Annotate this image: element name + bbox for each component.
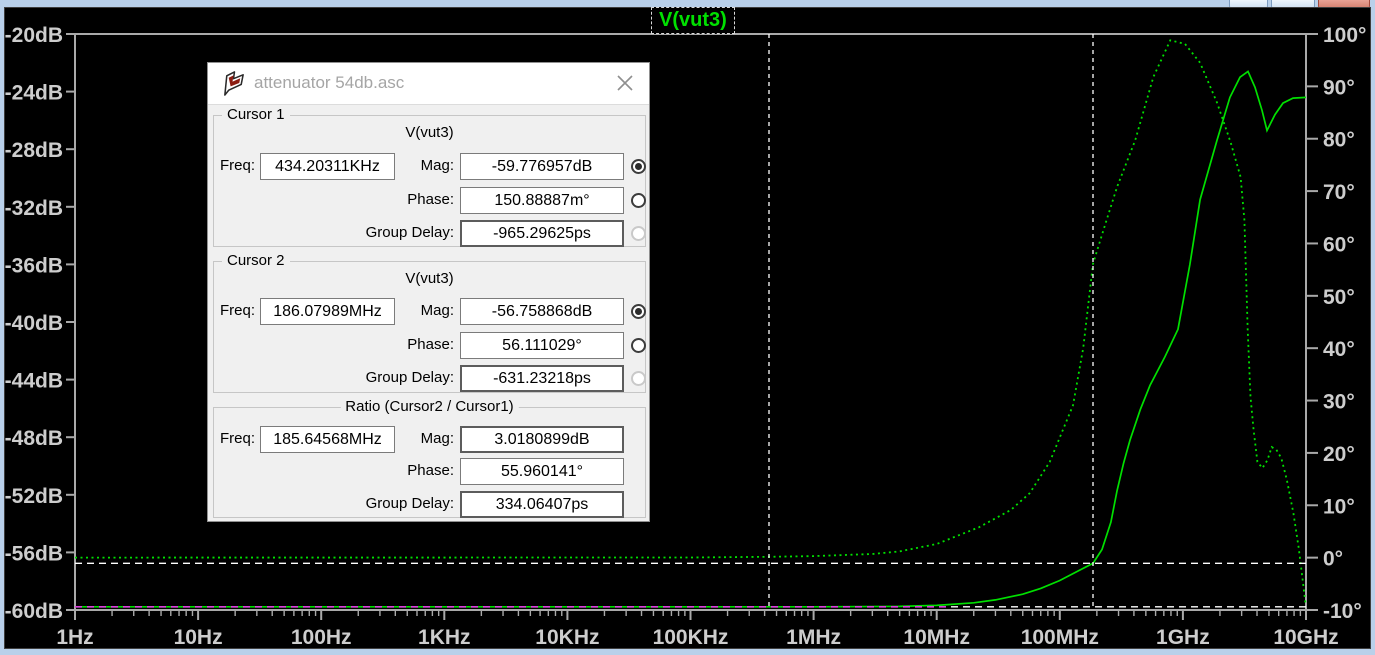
ratio-group-delay-label: Group Delay: — [274, 495, 454, 512]
cursor1-mag-label: Mag: — [274, 157, 454, 174]
y-left-tick-label: -28dB — [5, 139, 63, 162]
ratio-mag-label: Mag: — [274, 430, 454, 447]
cursor2-mag-label: Mag: — [274, 302, 454, 319]
x-tick-label: 1MHz — [786, 626, 841, 649]
trace-title[interactable]: V(vut3) — [651, 7, 735, 34]
close-icon[interactable] — [615, 73, 635, 93]
ratio-freq-label: Freq: — [220, 430, 255, 447]
y-left-tick-label: -24dB — [5, 82, 63, 105]
y-right-tick-label: 10° — [1323, 495, 1355, 518]
y-right-tick-label: 100° — [1323, 24, 1366, 47]
ltspice-logo-icon — [221, 70, 246, 97]
cursor1-freq-label: Freq: — [220, 157, 255, 174]
x-tick-label: 10Hz — [174, 626, 223, 649]
y-right-tick-label: 60° — [1323, 233, 1355, 256]
cursor-dialog[interactable]: attenuator 54db.asc Cursor 1 V(vut3) Fre… — [207, 62, 650, 522]
cursor2-phase-label: Phase: — [274, 336, 454, 353]
cursor1-phase-field[interactable]: 150.88887m° — [460, 187, 624, 214]
y-left-tick-label: -44dB — [5, 370, 63, 393]
cursor1-group-delay-label: Group Delay: — [274, 224, 454, 241]
cursor2-group-label: Cursor 2 — [222, 252, 290, 269]
x-tick-label: 100MHz — [1021, 626, 1099, 649]
y-left-tick-label: -52dB — [5, 485, 63, 508]
cursor2-phase-radio[interactable] — [631, 338, 646, 353]
y-right-tick-label: 50° — [1323, 286, 1355, 309]
dialog-titlebar[interactable]: attenuator 54db.asc — [208, 63, 649, 105]
cursor1-phase-label: Phase: — [274, 191, 454, 208]
y-left-tick-label: -32dB — [5, 197, 63, 220]
cursor2-signal-label: V(vut3) — [214, 270, 645, 287]
x-tick-label: 10KHz — [535, 626, 599, 649]
cursor2-group: Cursor 2 V(vut3) Freq: 186.07989MHz Mag:… — [213, 261, 646, 393]
y-left-tick-label: -36dB — [5, 254, 63, 277]
y-right-tick-label: 0° — [1323, 548, 1343, 571]
cursor2-mag-radio[interactable] — [631, 304, 646, 319]
x-tick-label: 1KHz — [418, 626, 471, 649]
x-tick-label: 10MHz — [903, 626, 970, 649]
y-right-tick-label: 40° — [1323, 338, 1355, 361]
cursor1-signal-label: V(vut3) — [214, 124, 645, 141]
y-left-tick-label: -60dB — [5, 600, 63, 623]
ratio-group-delay-field[interactable]: 334.06407ps — [460, 491, 624, 518]
y-right-tick-label: 70° — [1323, 181, 1355, 204]
cursor1-mag-field[interactable]: -59.776957dB — [460, 153, 624, 180]
ratio-group: Ratio (Cursor2 / Cursor1) Freq: 185.6456… — [213, 407, 646, 518]
cursor2-group-delay-label: Group Delay: — [274, 369, 454, 386]
ratio-group-label: Ratio (Cursor2 / Cursor1) — [340, 398, 518, 415]
cursor2-phase-field[interactable]: 56.111029° — [460, 332, 624, 359]
y-right-tick-label: 90° — [1323, 76, 1355, 99]
cursor1-phase-radio[interactable] — [631, 193, 646, 208]
cursor1-group-delay-field[interactable]: -965.29625ps — [460, 220, 624, 247]
y-left-tick-label: -40dB — [5, 312, 63, 335]
x-tick-label: 1GHz — [1156, 626, 1210, 649]
y-left-tick-label: -56dB — [5, 542, 63, 565]
y-left-tick-label: -48dB — [5, 427, 63, 450]
y-left-tick-label: -20dB — [5, 24, 63, 47]
cursor2-group-delay-radio — [631, 371, 646, 386]
cursor1-group: Cursor 1 V(vut3) Freq: 434.20311KHz Mag:… — [213, 115, 646, 247]
y-right-tick-label: 80° — [1323, 129, 1355, 152]
x-tick-label: 100Hz — [291, 626, 352, 649]
x-tick-label: 10GHz — [1273, 626, 1338, 649]
cursor2-freq-label: Freq: — [220, 302, 255, 319]
ltspice-window: -20dB -24dB -28dB -32dB -36dB -40dB -44dB -48dB… — [0, 0, 1375, 655]
ratio-phase-field[interactable]: 55.960141° — [460, 458, 624, 485]
cursor2-group-delay-field[interactable]: -631.23218ps — [460, 365, 624, 392]
cursor1-group-label: Cursor 1 — [222, 106, 290, 123]
y-right-tick-label: 20° — [1323, 443, 1355, 466]
y-right-tick-label: -10° — [1323, 600, 1362, 623]
ratio-phase-label: Phase: — [274, 462, 454, 479]
cursor1-group-delay-radio — [631, 226, 646, 241]
cursor2-mag-field[interactable]: -56.758868dB — [460, 298, 624, 325]
dialog-title: attenuator 54db.asc — [254, 73, 404, 93]
ratio-mag-field[interactable]: 3.0180899dB — [460, 426, 624, 453]
x-tick-label: 100KHz — [653, 626, 729, 649]
x-tick-label: 1Hz — [56, 626, 93, 649]
cursor1-mag-radio[interactable] — [631, 159, 646, 174]
y-right-tick-label: 30° — [1323, 391, 1355, 414]
